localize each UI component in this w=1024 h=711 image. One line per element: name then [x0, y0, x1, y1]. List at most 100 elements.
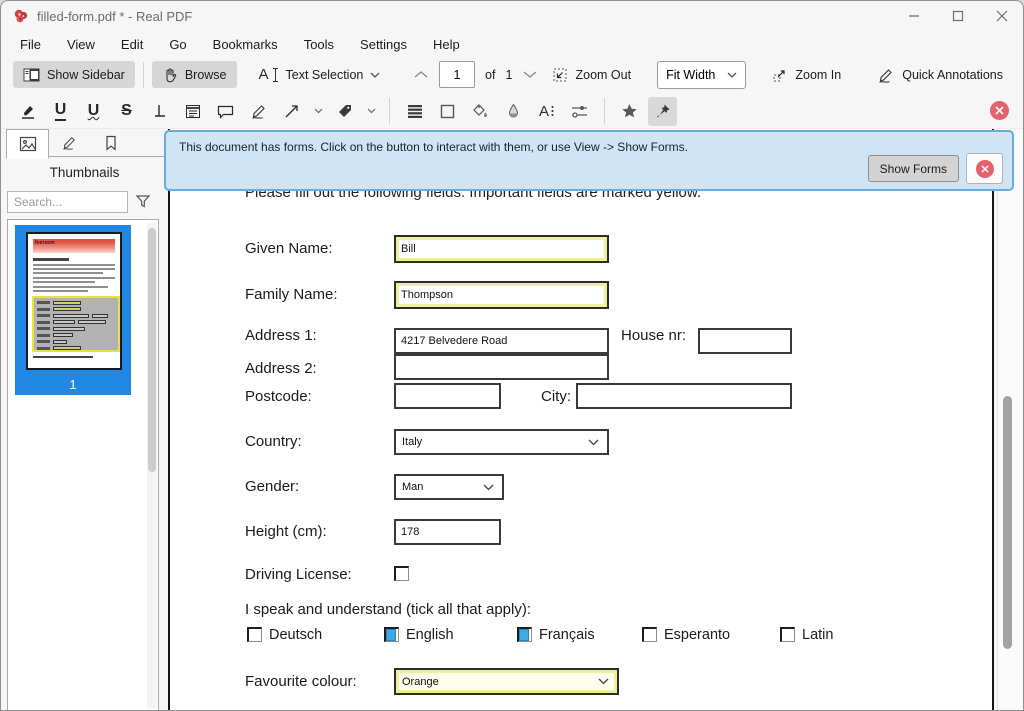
city-field[interactable]: [576, 383, 792, 409]
thumbnail-search-input[interactable]: [7, 191, 128, 213]
sidebar-panel-title: Thumbnails: [49, 165, 120, 180]
close-button[interactable]: [987, 3, 1017, 29]
tab-thumbnails[interactable]: [6, 129, 49, 159]
dismiss-notification-button[interactable]: [966, 153, 1003, 184]
language-checkbox-francais[interactable]: [517, 627, 532, 642]
chevron-down-icon: [314, 108, 323, 114]
squiggly-underline-tool-button[interactable]: U: [79, 97, 108, 126]
postcode-field[interactable]: [394, 383, 501, 409]
next-page-button[interactable]: [522, 70, 538, 79]
country-select[interactable]: Italy: [394, 429, 609, 455]
house-nr-field[interactable]: [698, 328, 792, 354]
thumbnail-page-preview: foersom: [26, 232, 122, 370]
squiggly-underline-icon: U: [87, 102, 100, 119]
maximize-button[interactable]: [943, 3, 973, 29]
tab-annotations[interactable]: [49, 129, 90, 156]
menu-help[interactable]: Help: [420, 34, 473, 55]
thumbnail-page-number: 1: [69, 377, 77, 392]
thumbnail-logo-text: foersom: [35, 240, 55, 246]
menu-bookmarks[interactable]: Bookmarks: [200, 34, 291, 55]
rectangle-tool-button[interactable]: [433, 97, 462, 126]
given-name-field[interactable]: [394, 235, 609, 263]
chevron-down-icon: [367, 108, 376, 114]
previous-page-button[interactable]: [413, 70, 429, 79]
comment-tool-button[interactable]: [211, 97, 240, 126]
pushpin-icon: [654, 103, 671, 120]
note-tool-button[interactable]: [178, 97, 207, 126]
height-field[interactable]: [394, 519, 501, 545]
zoom-in-button[interactable]: Zoom In: [762, 62, 851, 89]
tag-tool-button[interactable]: [330, 97, 359, 126]
underline-icon: U: [54, 101, 67, 121]
address2-field[interactable]: [394, 354, 609, 380]
strikeout-tool-button[interactable]: S: [112, 97, 141, 126]
tab-bookmarks[interactable]: [90, 129, 131, 156]
highlight-tool-button[interactable]: [13, 97, 42, 126]
favorites-button[interactable]: [615, 97, 644, 126]
paint-bucket-icon: [472, 103, 489, 119]
text-selection-icon: A: [259, 67, 279, 83]
line-width-button[interactable]: [565, 97, 594, 126]
filter-icon[interactable]: [135, 194, 151, 209]
tag-tool-dropdown[interactable]: [363, 97, 379, 126]
close-annotation-toolbar-button[interactable]: [990, 101, 1009, 120]
comment-bubble-icon: [217, 104, 234, 119]
sidebar-scrollbar-thumb[interactable]: [148, 228, 156, 472]
arrow-tool-button[interactable]: [277, 97, 306, 126]
show-sidebar-button[interactable]: Show Sidebar: [13, 61, 135, 88]
highlighter-icon: [19, 103, 37, 120]
document-scrollbar-thumb[interactable]: [1003, 396, 1012, 649]
gender-select[interactable]: Man: [394, 474, 504, 500]
country-value: Italy: [402, 436, 423, 448]
thumbnail-text-lines: [28, 256, 120, 292]
show-sidebar-label: Show Sidebar: [47, 67, 125, 82]
opacity-button[interactable]: [499, 97, 528, 126]
language-checkbox-deutsch[interactable]: [247, 627, 262, 642]
browse-button[interactable]: Browse: [151, 61, 237, 88]
thumbnail-form-preview: [32, 296, 120, 352]
window-title: filled-form.pdf * - Real PDF: [37, 8, 193, 24]
insert-caret-tool-button[interactable]: [145, 97, 174, 126]
driving-license-checkbox[interactable]: [394, 566, 409, 581]
language-checkbox-english[interactable]: [384, 627, 399, 642]
address1-field[interactable]: [394, 328, 609, 354]
arrow-tool-dropdown[interactable]: [310, 97, 326, 126]
page-number-input[interactable]: [439, 61, 475, 88]
favourite-colour-label: Favourite colour:: [245, 673, 357, 690]
menu-tools[interactable]: Tools: [291, 34, 347, 55]
underline-tool-button[interactable]: U: [46, 97, 75, 126]
droplet-icon: [507, 103, 520, 119]
show-forms-button[interactable]: Show Forms: [867, 155, 959, 182]
language-label-francais: Français: [539, 627, 595, 643]
toolbar-separator: [142, 61, 144, 88]
language-label-deutsch: Deutsch: [269, 627, 323, 643]
menu-view[interactable]: View: [54, 34, 108, 55]
line-style-button[interactable]: [400, 97, 429, 126]
menu-settings[interactable]: Settings: [347, 34, 420, 55]
zoom-out-button[interactable]: Zoom Out: [542, 62, 641, 89]
menu-edit[interactable]: Edit: [108, 34, 156, 55]
image-icon: [19, 136, 37, 152]
quick-annotations-button[interactable]: Quick Annotations: [867, 62, 1013, 89]
fill-color-button[interactable]: [466, 97, 495, 126]
language-checkbox-esperanto[interactable]: [642, 627, 657, 642]
quick-annotations-label: Quick Annotations: [902, 68, 1003, 82]
pin-toolbar-button[interactable]: [648, 96, 677, 126]
sidebar-tabs: [6, 129, 168, 159]
text-selection-button[interactable]: A Text Selection: [249, 61, 391, 88]
favourite-colour-select[interactable]: Orange: [394, 668, 619, 695]
thumbnail-page-1[interactable]: foersom 1: [15, 225, 131, 395]
page-of-label: of: [485, 67, 496, 82]
app-logo-icon: [13, 8, 29, 24]
menu-file[interactable]: File: [7, 34, 54, 55]
ink-tool-button[interactable]: [244, 97, 273, 126]
family-name-field[interactable]: [394, 281, 609, 309]
language-checkbox-latin[interactable]: [780, 627, 795, 642]
font-settings-button[interactable]: A: [532, 97, 561, 126]
zoom-mode-select[interactable]: Fit Width: [657, 61, 747, 89]
tag-icon: [337, 103, 353, 119]
toolbar-separator: [389, 98, 390, 124]
languages-label: I speak and understand (tick all that ap…: [245, 601, 531, 618]
menu-go[interactable]: Go: [156, 34, 199, 55]
minimize-button[interactable]: [899, 3, 929, 29]
